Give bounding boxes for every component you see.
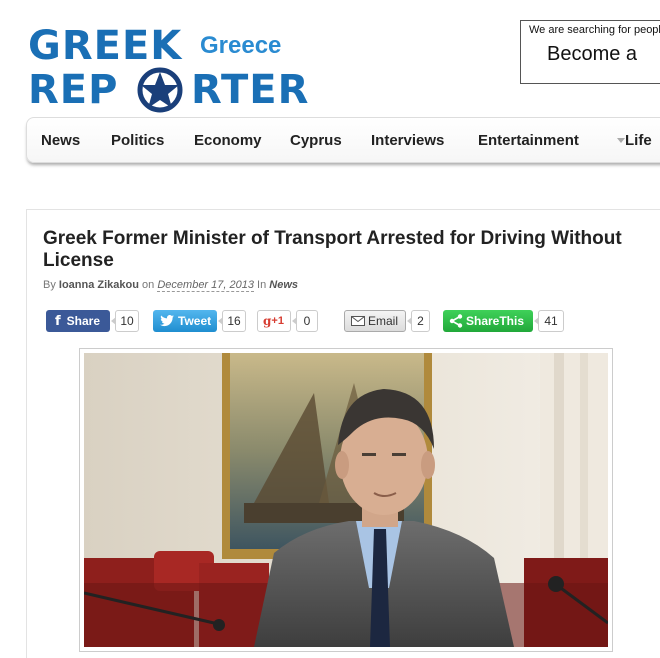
chevron-down-icon [617,138,625,143]
twitter-tweet-label: Tweet [178,314,212,328]
sharethis-button[interactable]: ShareThis [443,310,533,332]
logo-wordmark-greek: GREEK [28,23,183,69]
email-share-count: 2 [407,310,430,332]
envelope-icon [351,316,365,326]
article-date: December 17, 2013 [157,279,254,292]
ad-headline: Become a [547,43,638,65]
category-link[interactable]: News [269,279,298,291]
article-photo-frame [79,348,613,652]
facebook-share-label: Share [66,314,101,328]
sharethis-count: 41 [534,310,564,332]
nav-item-entertainment[interactable]: Entertainment [478,132,579,149]
nav-item-economy[interactable]: Economy [194,132,262,149]
byline-in: In [257,279,267,291]
logo-greece-label: Greece [200,32,282,59]
google-plus-icon: g [263,314,272,328]
nav-item-politics[interactable]: Politics [111,132,164,149]
article-photo[interactable] [84,353,608,647]
facebook-share-button[interactable]: f Share [46,310,110,332]
nav-item-cyprus[interactable]: Cyprus [290,132,342,149]
byline-prefix: By [43,279,56,291]
google-plus-button[interactable]: g +1 [257,310,291,332]
facebook-icon: f [55,313,61,329]
nav-item-news[interactable]: News [41,132,80,149]
minister-portrait-image [84,353,608,647]
twitter-tweet-count: 16 [218,310,246,332]
sharethis-label: ShareThis [466,314,525,328]
google-plus-label: +1 [271,315,284,327]
share-icon [449,314,463,328]
twitter-bird-icon [160,315,174,327]
article-byline: By Ioanna Zikakou on December 17, 2013 I… [43,279,298,292]
logo-star-icon [137,67,183,113]
site-logo[interactable]: GREEK Greece REP RTER [28,22,328,113]
nav-item-interviews[interactable]: Interviews [371,132,444,149]
article-title: Greek Former Minister of Transport Arres… [43,228,622,271]
email-share-label: Email [368,314,399,328]
main-nav: News Politics Economy Cyprus Interviews … [26,117,660,163]
advertisement-banner[interactable]: We are searching for people i Become a [520,20,660,84]
twitter-tweet-button[interactable]: Tweet [153,310,217,332]
facebook-share-count: 10 [111,310,139,332]
ad-tagline: We are searching for people i [529,24,660,36]
nav-item-life[interactable]: Life [625,132,652,149]
email-share-button[interactable]: Email [344,310,406,332]
author-link[interactable]: Ioanna Zikakou [59,279,139,291]
byline-on: on [142,279,155,291]
google-plus-count: 0 [292,310,318,332]
